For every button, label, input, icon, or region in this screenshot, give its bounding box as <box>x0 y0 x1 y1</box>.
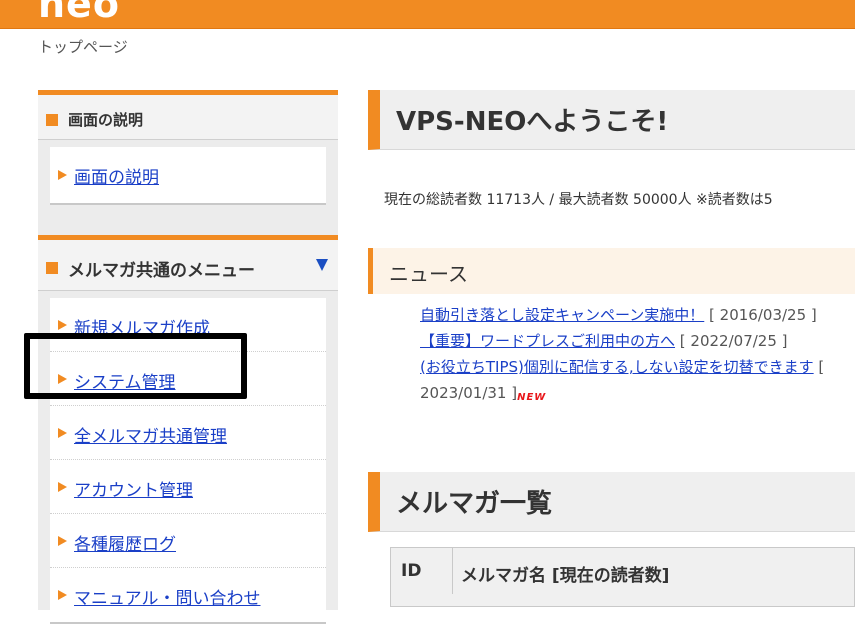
triangle-right-icon <box>58 536 67 546</box>
news-header: ニュース <box>368 248 855 294</box>
column-header-id[interactable]: ID <box>391 548 453 594</box>
new-badge-icon: NEW <box>517 392 547 403</box>
news-item: 【重要】ワードプレスご利用中の方へ [ 2022/07/25 ] <box>420 328 855 354</box>
highlight-box <box>24 333 247 399</box>
triangle-right-icon <box>58 428 67 438</box>
sidebar-item-link[interactable]: 全メルマガ共通管理 <box>74 422 227 447</box>
sidebar-item-link[interactable]: アカウント管理 <box>74 476 193 501</box>
sidebar-item-common-admin[interactable]: 全メルマガ共通管理 <box>50 406 326 460</box>
sidebar-section-title: 画面の説明 <box>68 111 144 129</box>
sidebar-help-box: 画面の説明 <box>50 147 326 205</box>
magazine-list-section: メルマガ一覧 <box>368 472 855 532</box>
sidebar-gap <box>38 205 338 235</box>
triangle-right-icon <box>58 590 67 600</box>
breadcrumb: トップページ <box>38 38 128 56</box>
triangle-right-icon <box>58 482 67 492</box>
sidebar-section-menu-header[interactable]: メルマガ共通のメニュー <box>38 235 338 291</box>
news-date: [ 2022/07/25 ] <box>679 332 788 350</box>
sidebar-section-help-header: 画面の説明 <box>38 90 338 140</box>
magazine-list-title-bar: メルマガ一覧 <box>368 472 855 532</box>
news-item: (お役立ちTIPS)個別に配信する,しない設定を切替できます [ 2023/01… <box>420 354 855 411</box>
magazine-table-header: ID メルマガ名 [現在の読者数] <box>390 547 855 607</box>
main-content: VPS-NEOへようこそ! 現在の総読者数 11713人 / 最大読者数 500… <box>368 90 855 607</box>
news-title: ニュース <box>389 262 468 286</box>
section-title: メルマガ一覧 <box>396 489 553 519</box>
news-list: 自動引き落とし設定キャンペーン実施中！ [ 2016/03/25 ] 【重要】ワ… <box>420 302 855 411</box>
square-bullet-icon <box>46 114 58 126</box>
triangle-right-icon <box>58 320 67 330</box>
sidebar-section-title: メルマガ共通のメニュー <box>68 261 255 281</box>
news-link[interactable]: 自動引き落とし設定キャンペーン実施中！ <box>420 306 704 324</box>
triangle-down-icon[interactable] <box>316 259 328 271</box>
sidebar-item-link[interactable]: 各種履歴ログ <box>74 530 176 555</box>
sidebar-item-help[interactable]: 画面の説明 <box>50 147 326 203</box>
column-header-name[interactable]: メルマガ名 [現在の読者数] <box>461 561 669 586</box>
sidebar-item-account-admin[interactable]: アカウント管理 <box>50 460 326 514</box>
sidebar-item-manual[interactable]: マニュアル・問い合わせ <box>50 568 326 622</box>
sidebar-item-history-log[interactable]: 各種履歴ログ <box>50 514 326 568</box>
top-header-bar: neo <box>0 0 855 29</box>
page-title: VPS-NEOへようこそ! <box>396 107 669 137</box>
sidebar-item-link[interactable]: 画面の説明 <box>74 163 159 188</box>
news-item: 自動引き落とし設定キャンペーン実施中！ [ 2016/03/25 ] <box>420 302 855 328</box>
news-link[interactable]: (お役立ちTIPS)個別に配信する,しない設定を切替できます <box>420 358 814 376</box>
reader-stats: 現在の総読者数 11713人 / 最大読者数 50000人 ※読者数は5 <box>384 192 773 208</box>
site-logo[interactable]: neo <box>38 0 120 24</box>
square-bullet-icon <box>46 262 58 274</box>
news-link[interactable]: 【重要】ワードプレスご利用中の方へ <box>420 332 675 350</box>
news-date: [ 2016/03/25 ] <box>709 306 817 324</box>
triangle-right-icon <box>58 170 67 180</box>
welcome-title-bar: VPS-NEOへようこそ! <box>368 90 855 150</box>
